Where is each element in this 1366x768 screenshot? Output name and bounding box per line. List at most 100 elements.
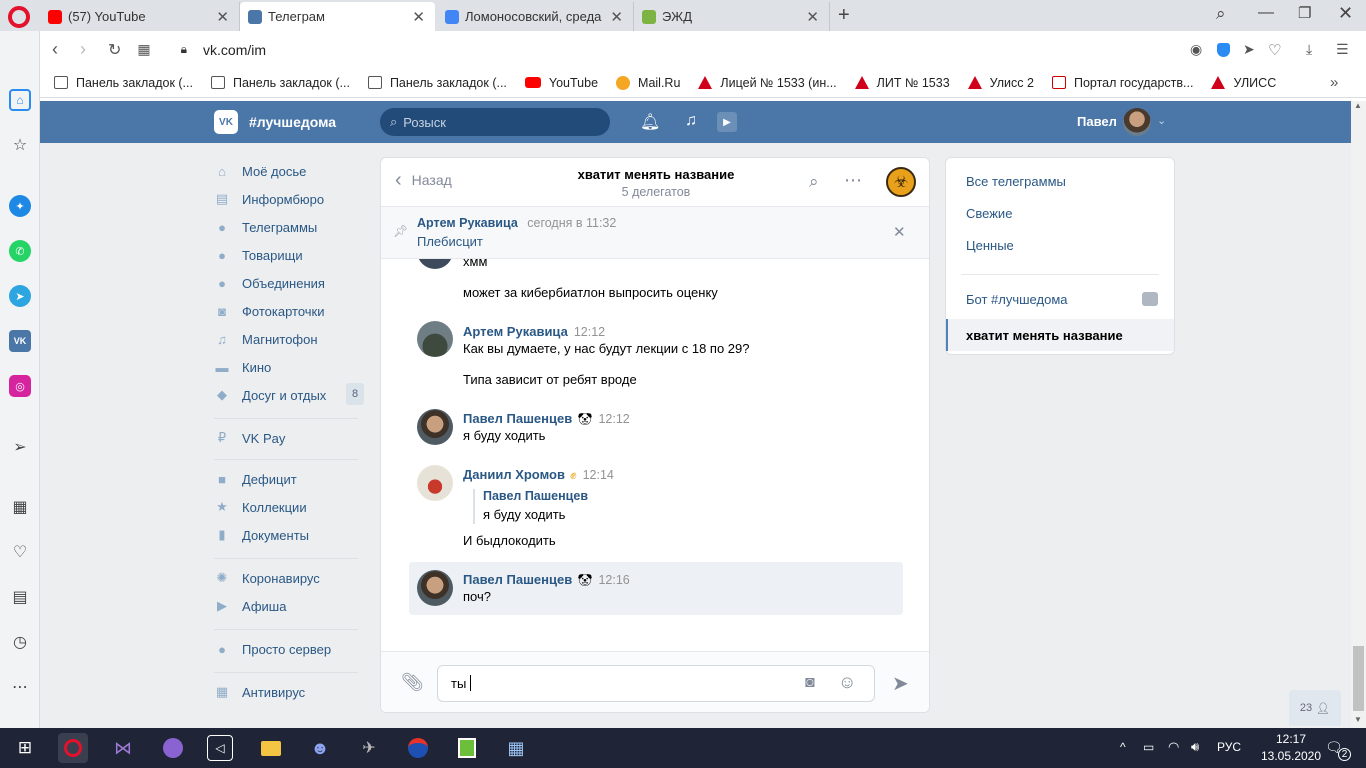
more-icon[interactable]: ⋯ bbox=[9, 676, 31, 698]
vk-logo-text[interactable]: #лучшедома bbox=[249, 114, 336, 130]
bookmark-youtube[interactable]: YouTube bbox=[524, 76, 598, 90]
tab-youtube[interactable]: (57) YouTube ✕ bbox=[40, 2, 240, 31]
telegram-icon[interactable]: ➤ bbox=[9, 285, 31, 307]
nav-item[interactable]: ▤ Информбюро bbox=[214, 185, 364, 213]
nav-item[interactable]: ✺ Коронавирус bbox=[214, 564, 364, 592]
bookmark-lit[interactable]: ЛИТ № 1533 bbox=[854, 76, 950, 90]
search-box[interactable]: ⌕ Розыск bbox=[380, 108, 610, 136]
nav-item[interactable]: ◙ Фотокарточки bbox=[214, 297, 364, 325]
online-friends-badge[interactable]: 23 👤︎ bbox=[1289, 690, 1341, 726]
nav-item[interactable]: ■ Дефицит bbox=[214, 465, 364, 493]
wifi-icon[interactable]: ◠ bbox=[1168, 739, 1179, 755]
windows-start-icon[interactable]: ⊞ bbox=[10, 733, 40, 763]
forwarded-quote[interactable]: Павел Пашенцев я буду ходить bbox=[473, 489, 588, 524]
music-icon[interactable]: ♫ bbox=[685, 112, 697, 130]
history-icon[interactable]: ◷ bbox=[9, 631, 31, 653]
tray-chevron-icon[interactable]: ^ bbox=[1120, 740, 1126, 754]
reload-icon[interactable]: ↻ bbox=[108, 40, 121, 60]
bookmark-folder[interactable]: Панель закладок (... bbox=[54, 76, 193, 90]
nav-item[interactable]: ⌂ Моё досье bbox=[214, 157, 364, 185]
bookmark-ulyss2[interactable]: Улисс 2 bbox=[967, 76, 1034, 90]
user-name[interactable]: Павел bbox=[1077, 114, 1117, 129]
filter-all[interactable]: Все телеграммы bbox=[946, 165, 1174, 197]
menu-icon[interactable]: ☰ bbox=[1336, 41, 1349, 58]
forward-icon[interactable]: › bbox=[80, 39, 86, 60]
smile-icon[interactable]: ☺ bbox=[838, 672, 856, 693]
chart-app-icon[interactable] bbox=[452, 733, 482, 763]
nav-item[interactable]: ▮ Документы bbox=[214, 521, 364, 549]
scroll-down-arrow[interactable]: ▼ bbox=[1354, 715, 1362, 724]
new-tab-button[interactable]: + bbox=[838, 4, 850, 27]
pinned-author[interactable]: Артем Рукавица bbox=[417, 216, 518, 230]
url-field[interactable]: vk.com/im bbox=[203, 42, 266, 58]
bookmark-ulyss[interactable]: УЛИСС bbox=[1211, 76, 1276, 90]
star-icon[interactable]: ☆ bbox=[9, 134, 31, 156]
message-input[interactable]: ты bbox=[451, 676, 466, 691]
more-bookmarks-icon[interactable]: » bbox=[1330, 74, 1338, 91]
scroll-thumb[interactable] bbox=[1353, 646, 1364, 711]
minimize-button[interactable]: — bbox=[1258, 4, 1274, 22]
home-icon[interactable]: ⌂ bbox=[9, 89, 31, 111]
tab-ezhd[interactable]: ЭЖД ✕ bbox=[634, 2, 830, 31]
opera-taskbar-icon[interactable] bbox=[58, 733, 88, 763]
send-icon[interactable]: ➤ bbox=[892, 671, 909, 696]
shield-icon[interactable] bbox=[1217, 42, 1230, 57]
back-icon[interactable]: ‹ bbox=[52, 39, 58, 60]
messenger-icon[interactable]: ✦ bbox=[9, 195, 31, 217]
search-icon[interactable]: ⌕ bbox=[809, 172, 819, 192]
avatar[interactable] bbox=[417, 465, 453, 501]
tab-telegram[interactable]: Телеграм ✕ bbox=[240, 2, 435, 31]
download-icon[interactable]: ⤓ bbox=[1306, 41, 1312, 58]
send-icon[interactable]: ➤ bbox=[1243, 41, 1255, 58]
filter-important[interactable]: Ценные bbox=[946, 229, 1174, 261]
chat-avatar-biohazard-icon[interactable]: ☣ bbox=[886, 167, 916, 197]
paperclip-icon[interactable]: 📎︎ bbox=[401, 672, 424, 693]
camera-icon[interactable]: ◉ bbox=[1190, 41, 1202, 58]
bell-icon[interactable]: 🔔︎ bbox=[640, 112, 660, 132]
nav-item[interactable]: ▦ Антивирус bbox=[214, 678, 364, 706]
bookmark-gosportal[interactable]: Портал государств... bbox=[1051, 76, 1193, 90]
chevron-down-icon[interactable]: ⌄ bbox=[1157, 114, 1166, 127]
vk-icon[interactable]: VK bbox=[9, 330, 31, 352]
close-icon[interactable]: ✕ bbox=[610, 8, 623, 26]
heart-icon[interactable]: ♡ bbox=[9, 541, 31, 563]
app-icon[interactable] bbox=[403, 733, 433, 763]
vk-logo-icon[interactable]: VK bbox=[214, 110, 238, 134]
message-input-box[interactable]: ты ◙ ☺ bbox=[437, 665, 875, 702]
active-chat-item[interactable]: хватит менять название bbox=[946, 319, 1174, 351]
instagram-icon[interactable]: ◎ bbox=[9, 375, 31, 397]
nav-item[interactable]: ● Телеграммы bbox=[214, 213, 364, 241]
file-explorer-icon[interactable] bbox=[256, 733, 286, 763]
volume-icon[interactable]: 🔊︎ bbox=[1191, 739, 1199, 755]
message-author[interactable]: Павел Пашенцев bbox=[463, 411, 572, 426]
avatar[interactable] bbox=[417, 570, 453, 606]
quote-author[interactable]: Павел Пашенцев bbox=[483, 489, 588, 503]
avatar[interactable] bbox=[417, 409, 453, 445]
more-icon[interactable]: ⋯ bbox=[844, 170, 862, 191]
bookmark-mailru[interactable]: Mail.Ru bbox=[616, 75, 680, 90]
clock-time[interactable]: 12:17 bbox=[1266, 732, 1316, 746]
workspaces-icon[interactable]: ▦ bbox=[9, 496, 31, 518]
close-window-button[interactable]: ✕ bbox=[1338, 3, 1353, 24]
nav-item[interactable]: ♫ Магнитофон bbox=[214, 325, 364, 353]
message-author[interactable]: Даниил Хромов bbox=[463, 467, 565, 482]
message-author[interactable]: Артем Рукавица bbox=[463, 324, 568, 339]
scroll-up-arrow[interactable]: ▲ bbox=[1354, 101, 1362, 110]
nav-item[interactable]: ₽ VK Pay bbox=[214, 424, 364, 452]
visual-studio-icon[interactable]: ⋈ bbox=[108, 733, 138, 763]
nav-item[interactable]: ● Объединения bbox=[214, 269, 364, 297]
bookmark-folder[interactable]: Панель закладок (... bbox=[367, 76, 507, 90]
nav-item[interactable]: ★ Коллекции bbox=[214, 493, 364, 521]
nav-item[interactable]: ▬ Кино bbox=[214, 353, 364, 381]
discord-icon[interactable]: ☻ bbox=[305, 733, 335, 763]
maximize-button[interactable]: ❐ bbox=[1298, 4, 1311, 22]
nav-item[interactable]: ● Товарищи bbox=[214, 241, 364, 269]
play-icon[interactable]: ▶ bbox=[717, 112, 737, 132]
calculator-icon[interactable]: ▦ bbox=[501, 733, 531, 763]
nav-item[interactable]: ▶ Афиша bbox=[214, 592, 364, 620]
clock-date[interactable]: 13.05.2020 bbox=[1251, 749, 1331, 763]
camera-icon[interactable]: ◙ bbox=[805, 674, 815, 692]
close-icon[interactable]: ✕ bbox=[806, 8, 819, 26]
filter-unread[interactable]: Свежие bbox=[946, 197, 1174, 229]
game-icon[interactable]: ✈ bbox=[354, 733, 384, 763]
